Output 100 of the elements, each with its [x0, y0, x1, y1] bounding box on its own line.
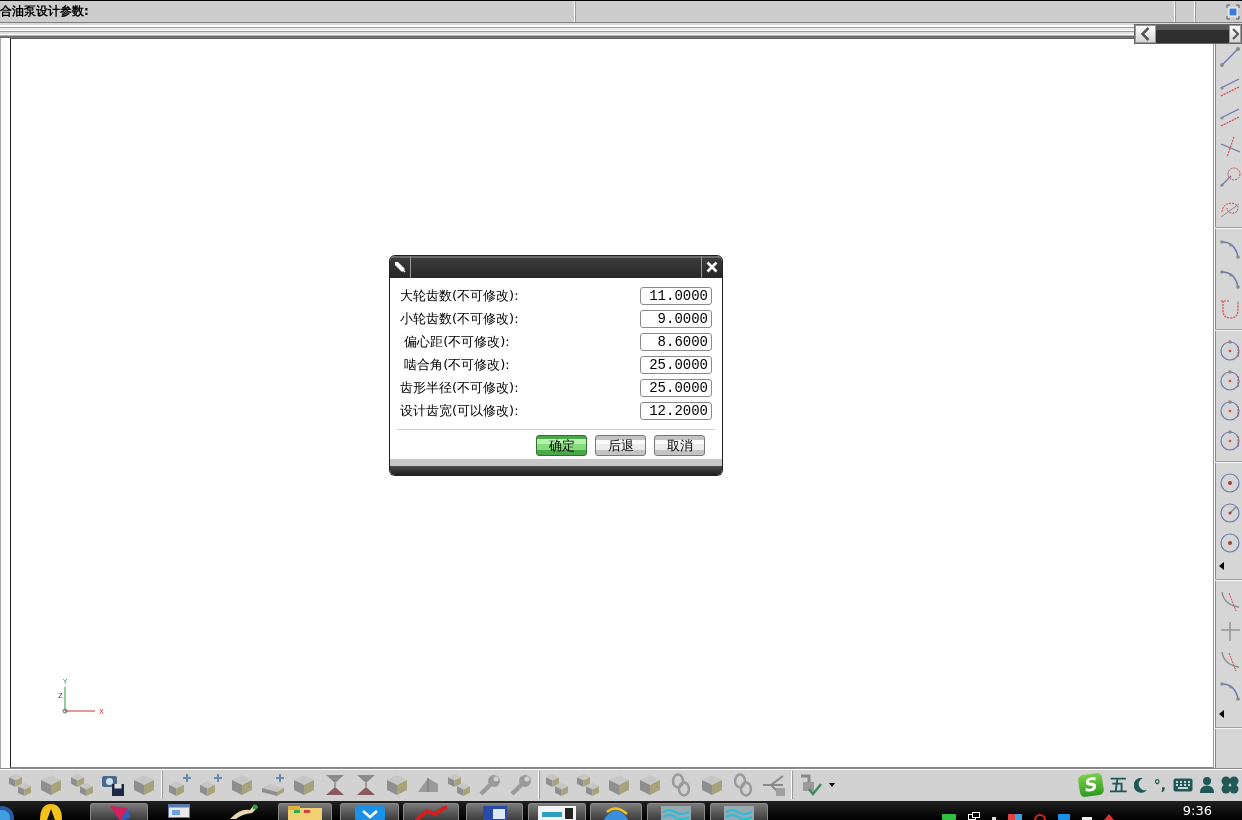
axis-triad — [62, 686, 96, 714]
triangles-icon — [108, 806, 130, 820]
number-field[interactable]: 8.6000 — [640, 333, 712, 351]
field-label: 设计齿宽(可以修改): — [400, 402, 520, 420]
pen-icon[interactable] — [230, 804, 260, 819]
field-label: 偏心距(不可修改): — [403, 333, 511, 351]
arc-icon[interactable] — [1219, 238, 1241, 260]
caret-left-icon[interactable] — [1219, 710, 1224, 718]
punctuation-mode-label[interactable]: °, — [1153, 775, 1166, 795]
flag-icon[interactable] — [1008, 814, 1022, 820]
taskbar-button[interactable] — [590, 803, 642, 820]
cube-icon[interactable] — [700, 773, 724, 797]
u-curve-icon[interactable] — [1219, 298, 1241, 320]
number-field[interactable]: 9.0000 — [640, 310, 712, 328]
circle-icon[interactable] — [1219, 430, 1241, 452]
waves-icon — [724, 806, 754, 820]
cube-icon[interactable] — [638, 773, 662, 797]
moon-icon[interactable] — [1133, 777, 1147, 793]
scroll-right-button[interactable] — [1229, 25, 1241, 43]
two-cubes-icon[interactable] — [447, 773, 471, 797]
ok-button[interactable]: 确定 — [536, 435, 587, 456]
cube-icon[interactable] — [39, 773, 63, 797]
cube-icon[interactable] — [607, 773, 631, 797]
start-orb-icon[interactable] — [0, 804, 14, 820]
zigzag-icon — [415, 806, 447, 820]
clock-time: 9:36 — [1182, 802, 1212, 820]
close-icon[interactable] — [706, 261, 718, 273]
tile-icon[interactable] — [1058, 814, 1070, 820]
circle-center-icon[interactable] — [1219, 532, 1241, 554]
two-cubes-icon[interactable] — [8, 773, 32, 797]
two-cubes-icon[interactable] — [576, 773, 600, 797]
back-button[interactable]: 后退 — [595, 435, 646, 456]
two-cubes-icon[interactable] — [545, 773, 569, 797]
panel-icon — [538, 806, 576, 820]
corner-curve-icon[interactable] — [1219, 650, 1241, 672]
two-cubes-icon[interactable] — [70, 773, 94, 797]
number-field[interactable]: 12.2000 — [640, 402, 712, 420]
tile-icon[interactable] — [942, 814, 956, 820]
number-field[interactable]: 25.0000 — [640, 379, 712, 397]
taskbar-button[interactable] — [278, 803, 332, 820]
window-icon — [482, 806, 507, 820]
chevron-tile-icon — [354, 806, 385, 820]
field-label: 啮合角(不可修改): — [403, 356, 511, 374]
wrench-icon[interactable] — [509, 773, 533, 797]
waves-icon — [661, 806, 691, 820]
cancel-button[interactable]: 取消 — [654, 435, 705, 456]
slab-plus-icon[interactable] — [261, 773, 285, 797]
triangle-icon[interactable] — [1104, 814, 1114, 820]
parallel-lines-icon[interactable] — [1219, 106, 1241, 128]
clover-icon[interactable] — [1221, 776, 1239, 794]
folder-icon — [288, 806, 322, 820]
circle-icon[interactable] — [1219, 400, 1241, 422]
field-label: 齿形半径(不可修改): — [400, 379, 520, 397]
parallel-lines-icon[interactable] — [1219, 76, 1241, 98]
person-icon[interactable] — [1200, 777, 1214, 793]
pencil-icon[interactable] — [394, 261, 406, 273]
keyboard-icon[interactable] — [1173, 778, 1193, 792]
plus-icon[interactable] — [1219, 620, 1241, 642]
cube-icon[interactable] — [385, 773, 409, 797]
caret-left-icon[interactable] — [1219, 562, 1224, 570]
wrench-icon[interactable] — [478, 773, 502, 797]
corner-curve-icon[interactable] — [1219, 590, 1241, 612]
window-icon[interactable] — [168, 804, 190, 818]
camera-disk-icon[interactable] — [101, 773, 125, 797]
field-label: 大轮齿数(不可修改): — [400, 287, 520, 305]
cube-plus-icon[interactable] — [168, 773, 192, 797]
arch-icon[interactable] — [40, 804, 62, 820]
two-windows-icon[interactable] — [968, 812, 980, 820]
circle-icon[interactable] — [1219, 340, 1241, 362]
dome-icon — [603, 806, 629, 820]
window-title: 合油泵设计参数: — [0, 3, 90, 20]
cube-icon[interactable] — [292, 773, 316, 797]
arc-icon[interactable] — [1219, 680, 1241, 702]
circle-icon[interactable] — [1219, 370, 1241, 392]
cube-icon[interactable] — [132, 773, 156, 797]
block-check-icon[interactable] — [798, 773, 822, 797]
scroll-left-button[interactable] — [1135, 25, 1156, 43]
input-mode-label[interactable]: 五 — [1109, 775, 1127, 795]
fullscreen-icon[interactable] — [1226, 3, 1240, 20]
ring-icon[interactable] — [1034, 814, 1046, 820]
chain-icon[interactable] — [669, 773, 693, 797]
circle-radius-icon[interactable] — [1219, 502, 1241, 524]
number-field[interactable]: 25.0000 — [640, 356, 712, 374]
field-label: 小轮齿数(不可修改): — [400, 310, 520, 328]
circle-center-icon[interactable] — [1219, 472, 1241, 494]
taskbar-button[interactable] — [466, 803, 523, 820]
dropdown-caret-icon[interactable] — [829, 783, 835, 787]
cube-plus-icon[interactable] — [199, 773, 223, 797]
scrollbar[interactable] — [1134, 24, 1242, 44]
chevron-right-icon — [1231, 28, 1239, 40]
chevron-left-icon — [1141, 27, 1150, 41]
taskbar-button[interactable] — [340, 803, 399, 820]
line-circle-icon[interactable] — [1219, 166, 1241, 188]
cube-icon[interactable] — [230, 773, 254, 797]
chain-icon[interactable] — [731, 773, 755, 797]
crossed-lines-icon[interactable] — [1219, 136, 1241, 158]
arc-icon[interactable] — [1219, 268, 1241, 290]
taskbar-button[interactable] — [528, 803, 586, 820]
number-field[interactable]: 11.0000 — [640, 287, 712, 305]
tree-icon[interactable] — [762, 773, 786, 797]
